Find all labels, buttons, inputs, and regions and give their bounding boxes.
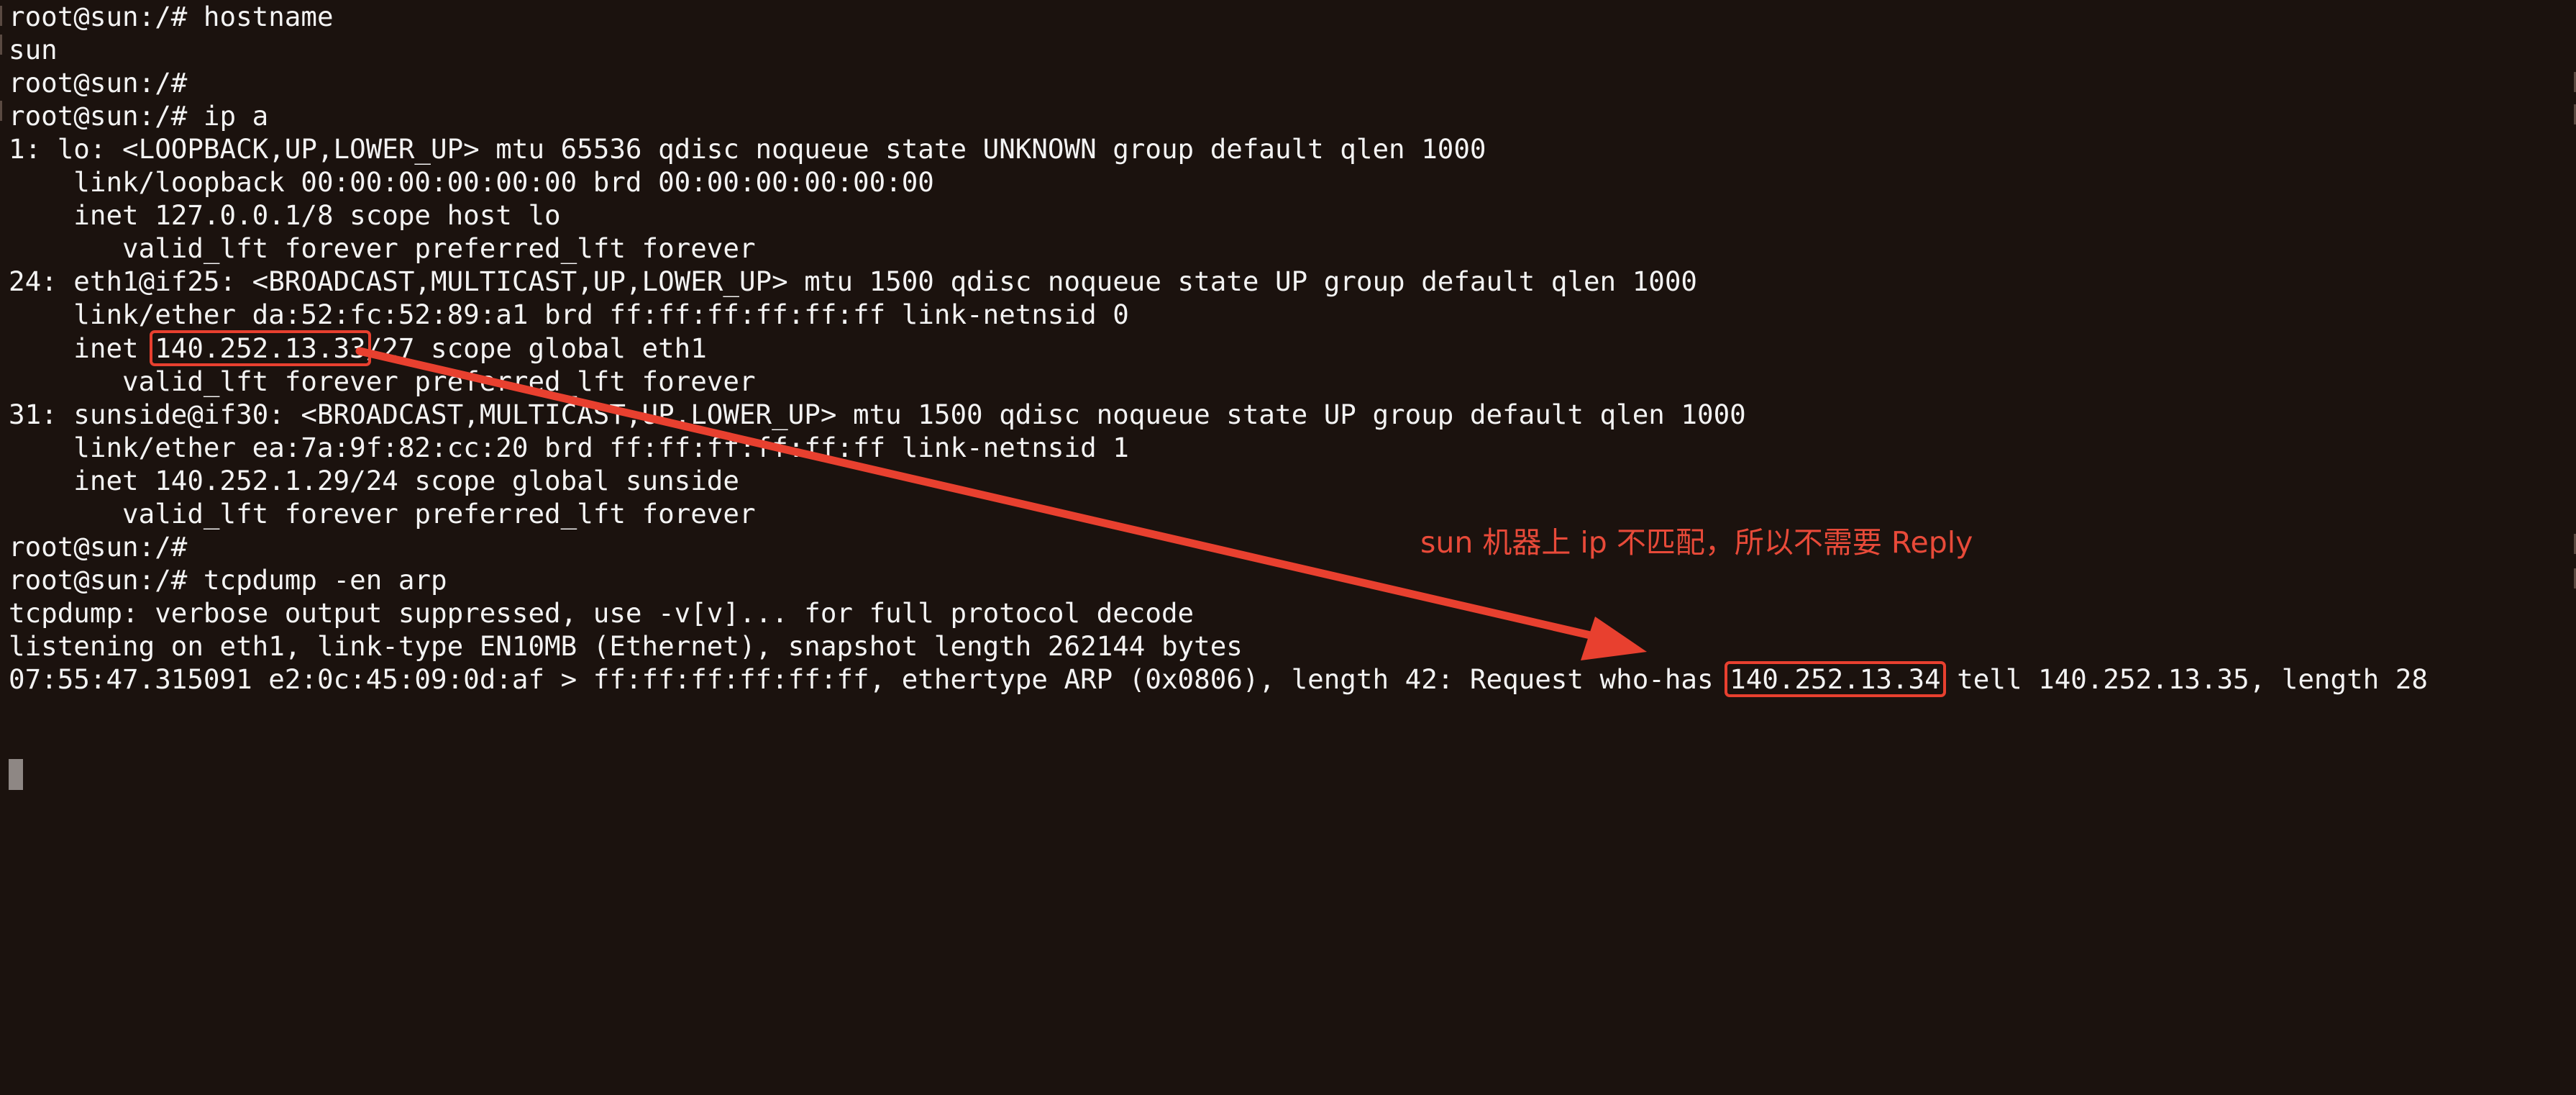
terminal-text: tell 140.252.13.35, length 28	[1940, 663, 2428, 695]
annotation-text: sun 机器上 ip 不匹配，所以不需要 Reply	[1420, 525, 1973, 560]
terminal-text: root@sun:/#	[9, 67, 188, 99]
terminal-text: sun	[9, 34, 58, 66]
terminal-line: inet 140.252.13.33/27 scope global eth1	[9, 332, 707, 365]
terminal-line: 24: eth1@if25: <BROADCAST,MULTICAST,UP,L…	[9, 265, 1697, 298]
left-edge-mark	[0, 101, 2, 121]
terminal-window[interactable]: root@sun:/# hostname sun root@sun:/# root@s…	[0, 0, 2576, 1095]
terminal-text: valid_lft forever preferred_lft forever	[9, 232, 756, 265]
terminal-line: listening on eth1, link-type EN10MB (Eth…	[9, 630, 1243, 663]
terminal-text: link/loopback 00:00:00:00:00:00 brd 00:0…	[9, 166, 934, 199]
terminal-text: valid_lft forever preferred_lft forever	[9, 497, 756, 530]
terminal-line: inet 140.252.1.29/24 scope global sunsid…	[9, 464, 739, 497]
terminal-text: root@sun:/# ip a	[9, 100, 269, 132]
terminal-line: sun	[9, 33, 58, 66]
terminal-text: root@sun:/# tcpdump -en arp	[9, 563, 447, 596]
terminal-text: inet	[9, 332, 155, 364]
terminal-text: root@sun:/#	[9, 530, 188, 563]
terminal-cursor	[9, 759, 23, 790]
terminal-text: /27 scope global eth1	[365, 332, 707, 364]
terminal-text: listening on eth1, link-type EN10MB (Eth…	[9, 630, 1243, 662]
terminal-line: tcpdump: verbose output suppressed, use …	[9, 596, 1194, 630]
terminal-line: 07:55:47.315091 e2:0c:45:09:0d:af > ff:f…	[9, 663, 2428, 696]
highlighted-ip: 140.252.13.34	[1730, 663, 1941, 695]
terminal-text: 24: eth1@if25: <BROADCAST,MULTICAST,UP,L…	[9, 265, 1697, 298]
highlighted-ip: 140.252.13.33	[155, 332, 366, 364]
terminal-text: link/ether ea:7a:9f:82:cc:20 brd ff:ff:f…	[9, 431, 1129, 463]
terminal-text: root@sun:/# hostname	[9, 1, 334, 32]
terminal-line: link/ether da:52:fc:52:89:a1 brd ff:ff:f…	[9, 298, 1129, 331]
terminal-line: valid_lft forever preferred_lft forever	[9, 232, 756, 265]
terminal-text: 31: sunside@if30: <BROADCAST,MULTICAST,U…	[9, 398, 1746, 430]
terminal-text: inet 127.0.0.1/8 scope host lo	[9, 199, 561, 232]
terminal-text: 07:55:47.315091 e2:0c:45:09:0d:af > ff:f…	[9, 663, 1730, 695]
terminal-line: link/ether ea:7a:9f:82:cc:20 brd ff:ff:f…	[9, 431, 1129, 464]
terminal-line: 31: sunside@if30: <BROADCAST,MULTICAST,U…	[9, 398, 1746, 431]
left-edge-mark	[0, 35, 2, 55]
terminal-text: inet 140.252.1.29/24 scope global sunsid…	[9, 464, 739, 496]
left-edge-mark	[0, 6, 2, 26]
terminal-text: link/ether da:52:fc:52:89:a1 brd ff:ff:f…	[9, 299, 1129, 331]
terminal-line: root@sun:/# ip a	[9, 99, 268, 132]
terminal-line: 1: lo: <LOOPBACK,UP,LOWER_UP> mtu 65536 …	[9, 132, 1486, 165]
terminal-line: root@sun:/#	[9, 530, 187, 563]
terminal-text: valid_lft forever preferred_lft forever	[9, 365, 756, 397]
terminal-line: root@sun:/# hostname	[9, 0, 334, 33]
terminal-text: tcpdump: verbose output suppressed, use …	[9, 596, 1195, 629]
terminal-text: 1: lo: <LOOPBACK,UP,LOWER_UP> mtu 65536 …	[9, 133, 1486, 165]
terminal-line: inet 127.0.0.1/8 scope host lo	[9, 199, 561, 232]
terminal-line: root@sun:/# tcpdump -en arp	[9, 563, 447, 596]
terminal-line: valid_lft forever preferred_lft forever	[9, 497, 756, 530]
terminal-line: link/loopback 00:00:00:00:00:00 brd 00:0…	[9, 165, 934, 199]
terminal-line: root@sun:/#	[9, 66, 187, 99]
terminal-line: valid_lft forever preferred_lft forever	[9, 365, 756, 398]
